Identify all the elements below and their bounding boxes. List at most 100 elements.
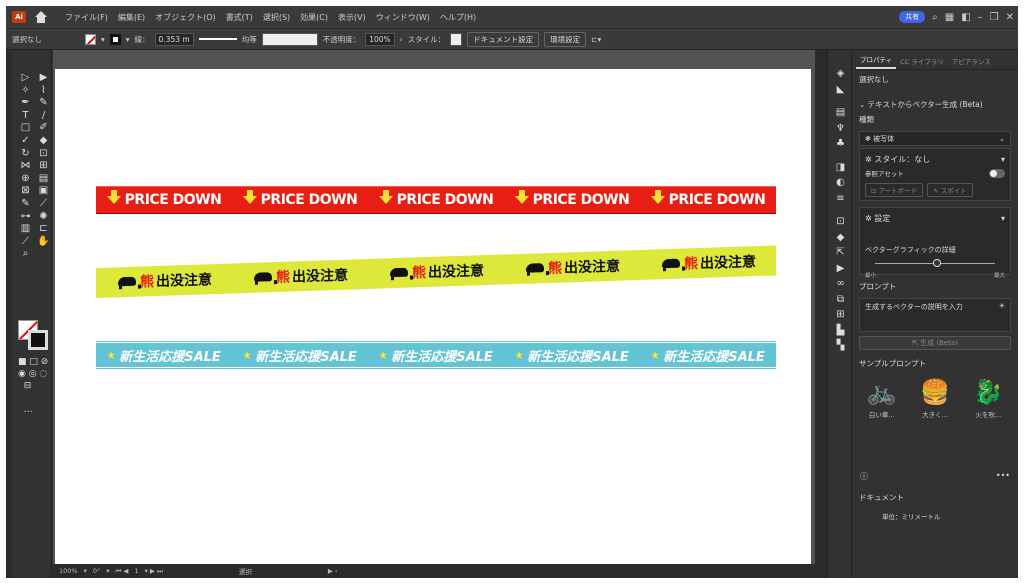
distribute-icon[interactable]: ▚	[828, 338, 853, 354]
rectangle-icon[interactable]: □	[18, 122, 33, 135]
brush-field[interactable]	[261, 32, 318, 46]
chevron-down-icon[interactable]: ⌄	[859, 100, 868, 109]
restore-icon[interactable]: ❐	[990, 12, 999, 23]
pen-icon[interactable]: ✒	[18, 97, 33, 110]
rotate-icon[interactable]: ↻	[18, 148, 33, 161]
export-icon[interactable]: ⇱	[828, 245, 853, 261]
panel-icon[interactable]: ◧	[961, 12, 970, 23]
paintbrush-icon[interactable]: ✐	[36, 122, 51, 135]
info-icon[interactable]: ⓘ	[860, 471, 868, 482]
curvature-icon[interactable]: ✎	[36, 97, 51, 110]
lightbulb-icon[interactable]: ☀	[999, 302, 1005, 328]
chevron-down-icon[interactable]: ▾	[106, 567, 109, 575]
workspace-icon[interactable]: ▦	[945, 12, 954, 23]
preferences-button[interactable]: 環境設定	[544, 31, 587, 47]
chevron-right-icon[interactable]: ›	[400, 35, 403, 44]
reference-asset-toggle[interactable]	[989, 168, 1005, 178]
symbols-icon[interactable]: ♣	[828, 136, 853, 152]
eraser-icon[interactable]: ◆	[36, 135, 51, 148]
detail-slider[interactable]	[875, 258, 995, 268]
artboard-nav-first-icon[interactable]: ⏮ ◀	[116, 567, 129, 576]
sample-prompt-1[interactable]: 🚲 白い車...	[860, 375, 903, 419]
libraries-icon[interactable]: ▤	[828, 105, 853, 121]
direct-selection-icon[interactable]: ▶	[36, 72, 51, 85]
menu-edit[interactable]: 編集(E)	[113, 12, 150, 23]
brushes-icon[interactable]: ♆	[828, 121, 853, 137]
perspective-icon[interactable]: ▤	[36, 173, 51, 186]
line-icon[interactable]: /	[36, 110, 51, 123]
menu-view[interactable]: 表示(V)	[333, 12, 371, 23]
opacity-field[interactable]: 100%	[365, 32, 395, 46]
tab-cc-libraries[interactable]: CC ライブラリ	[896, 53, 948, 69]
link-icon[interactable]: ∞	[828, 276, 853, 292]
pathfinder-icon[interactable]: ⧉	[828, 292, 853, 308]
menu-effect[interactable]: 効果(C)	[295, 12, 333, 23]
color-mode-icons[interactable]: ■ □ ⊘ ◉ ◎ ◌ ⊟ …	[18, 356, 48, 416]
selection-tool-icon[interactable]: ▷	[18, 72, 33, 85]
sample-prompt-2[interactable]: 🍔 大きく...	[913, 375, 956, 419]
slider-knob[interactable]	[932, 259, 941, 267]
stroke-weight-field[interactable]: 0.353 m	[154, 32, 194, 46]
rotation-field[interactable]: 0°	[93, 567, 100, 575]
sample-prompt-3[interactable]: 🐉 火を吹...	[967, 375, 1010, 419]
transform-icon[interactable]: ⊡	[828, 214, 853, 230]
menu-type[interactable]: 書式(T)	[221, 12, 258, 23]
menu-window[interactable]: ウィンドウ(W)	[371, 12, 435, 23]
menu-object[interactable]: オブジェクト(O)	[150, 12, 221, 23]
play-icon[interactable]: ▶	[828, 261, 853, 277]
shape-builder-icon[interactable]: ⊕	[18, 173, 33, 186]
zoom-icon[interactable]: ⌕	[18, 248, 33, 261]
gradient-icon[interactable]: ▣	[36, 185, 51, 198]
chevron-down-icon[interactable]: ▾	[126, 35, 130, 44]
gen-section-header[interactable]: ⌄ テキストからベクター生成 (Beta)	[852, 95, 1018, 114]
magic-wand-icon[interactable]: ✧	[18, 85, 33, 98]
column-graph-icon[interactable]: ▥	[18, 223, 33, 236]
artboard-icon[interactable]: ⊏	[36, 223, 51, 236]
fill-stroke-widget[interactable]	[18, 320, 48, 350]
appearance-icon[interactable]: ◐	[828, 175, 853, 191]
scale-icon[interactable]: ⊡	[36, 148, 51, 161]
stroke-swatch[interactable]	[109, 33, 121, 45]
eyedropper-icon[interactable]: ✎	[18, 198, 33, 211]
shapes-icon[interactable]: ◣	[828, 82, 853, 98]
grid-icon[interactable]: ⊞	[828, 307, 853, 323]
artboard-number[interactable]: 1	[134, 567, 138, 575]
mesh-icon[interactable]: ⊠	[18, 185, 33, 198]
menu-select[interactable]: 選択(S)	[258, 12, 295, 23]
chevron-down-icon[interactable]: ▾	[1001, 155, 1005, 164]
document-setup-button[interactable]: ドキュメント設定	[467, 31, 540, 47]
artboard-button[interactable]: ⊡ アートボード	[865, 183, 924, 197]
tab-properties[interactable]: プロパティ	[856, 51, 897, 69]
stroke-black-icon[interactable]	[28, 330, 48, 350]
vertical-scrollbar[interactable]	[815, 50, 827, 564]
menu-help[interactable]: ヘルプ(H)	[435, 12, 481, 23]
artboard-nav-next-icon[interactable]: ▾ ▶ ⏭	[145, 567, 163, 576]
swatches-icon[interactable]: ◨	[828, 160, 853, 176]
type-dropdown[interactable]: ❃ 被写体 ⌄	[859, 131, 1011, 146]
hand-icon[interactable]: ✋	[36, 236, 51, 249]
slice-icon[interactable]: ⟋	[18, 236, 33, 249]
stroke-profile-label[interactable]: 均等	[242, 34, 257, 45]
generate-button[interactable]: ⇱ 生成 (Beta)	[859, 336, 1011, 350]
type-icon[interactable]: T	[18, 110, 33, 123]
stroke-profile-preview[interactable]	[198, 38, 237, 40]
tab-appearance[interactable]: アピアランス	[948, 53, 995, 69]
measure-icon[interactable]: ⟋	[36, 198, 51, 211]
fill-swatch[interactable]	[85, 33, 96, 45]
symbol-sprayer-icon[interactable]: ✺	[36, 211, 51, 224]
close-icon[interactable]: ✕	[1006, 12, 1014, 23]
layers-stack-icon[interactable]: ◆	[828, 230, 853, 246]
style-swatch[interactable]	[450, 32, 463, 46]
align-icon[interactable]: ≡	[828, 191, 853, 207]
chevron-down-icon[interactable]: ▾	[101, 35, 105, 44]
more-icon[interactable]: •••	[996, 471, 1010, 482]
menu-file[interactable]: ファイル(F)	[60, 12, 113, 23]
chevron-down-icon[interactable]: ▾	[1001, 214, 1005, 223]
eyedropper-button[interactable]: ✎ スポイト	[927, 183, 973, 197]
lasso-icon[interactable]: ⌇	[36, 85, 51, 98]
align-left-icon[interactable]: ▙	[828, 323, 853, 339]
shaper-icon[interactable]: ✓	[18, 135, 33, 148]
status-arrow-icon[interactable]: ▶ ‹	[328, 567, 338, 575]
chevron-down-icon[interactable]: ▾	[84, 567, 87, 575]
free-transform-icon[interactable]: ⊞	[36, 160, 51, 173]
